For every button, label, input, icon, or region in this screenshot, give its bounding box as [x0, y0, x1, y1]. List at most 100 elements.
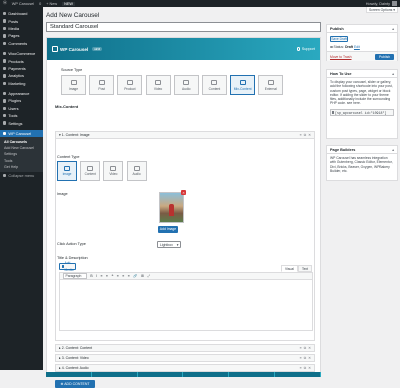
- sidebar-item-tools[interactable]: Tools: [0, 112, 43, 119]
- add-content-button[interactable]: ⊕ ADD CONTENT: [55, 380, 95, 388]
- content-item-1-header[interactable]: ▾ 1. Content: Image ≡ ⧉ ✕: [55, 131, 315, 139]
- sort-icon[interactable]: ≡: [300, 346, 302, 350]
- duplicate-icon[interactable]: ⧉: [304, 133, 306, 137]
- sort-icon[interactable]: ≡: [300, 356, 302, 360]
- collapse-menu-button[interactable]: Collapse menu: [0, 172, 43, 179]
- content-type-content[interactable]: Content: [80, 161, 101, 181]
- comments-count[interactable]: 0: [39, 2, 41, 6]
- sidebar-item-plugins[interactable]: Plugins: [0, 97, 43, 104]
- duplicate-icon[interactable]: ⧉: [304, 346, 306, 350]
- audio-icon: [133, 165, 140, 171]
- source-type-content[interactable]: Content: [201, 75, 227, 95]
- chevron-up-icon[interactable]: ▴: [392, 25, 394, 32]
- sidebar-item-dashboard[interactable]: Dashboard: [0, 10, 43, 17]
- sort-icon[interactable]: ≡: [300, 366, 302, 370]
- source-type-post[interactable]: Post: [89, 75, 115, 95]
- move-to-trash-link[interactable]: Move to Trash: [330, 55, 351, 59]
- screen-options-button[interactable]: Screen Options ▾: [365, 7, 398, 13]
- duplicate-icon[interactable]: ⧉: [304, 366, 306, 370]
- add-media-button[interactable]: Add Media: [59, 261, 76, 272]
- content-type-selector: Image Content Video Audio: [57, 161, 147, 181]
- page-builders-header[interactable]: Page Builders ▴: [327, 146, 397, 154]
- publish-button[interactable]: Publish: [375, 53, 394, 61]
- publish-box-header[interactable]: Publish ▴: [327, 25, 397, 33]
- copy-icon[interactable]: [332, 111, 334, 114]
- delete-icon[interactable]: ✕: [308, 366, 311, 370]
- source-type-mix-content[interactable]: Mix-Content: [230, 75, 256, 95]
- toolbar-button[interactable]: ≡: [128, 274, 130, 278]
- toolbar-button[interactable]: 🔗: [133, 274, 137, 278]
- sidebar-item-settings[interactable]: Settings: [0, 119, 43, 126]
- toolbar-button[interactable]: ⤢: [147, 274, 150, 278]
- wordpress-logo-icon[interactable]: Ⓦ: [3, 1, 7, 6]
- source-type-product[interactable]: Product: [117, 75, 143, 95]
- tab-visual[interactable]: Visual: [281, 265, 298, 272]
- delete-icon[interactable]: ✕: [308, 356, 311, 360]
- toolbar-button[interactable]: ≡: [117, 274, 119, 278]
- page-builders-text: WP Carousel has seamless integration wit…: [330, 156, 393, 173]
- sidebar-item-appearance[interactable]: Appearance: [0, 90, 43, 97]
- sidebar-item-comments[interactable]: Comments: [0, 40, 43, 47]
- chevron-up-icon[interactable]: ▴: [392, 146, 394, 153]
- save-draft-button[interactable]: Save Draft: [330, 36, 348, 42]
- sort-icon[interactable]: ≡: [300, 133, 302, 137]
- content-item-3-header[interactable]: ▸ 3. Content: Video ≡ ⧉ ✕: [55, 354, 315, 362]
- toolbar-button[interactable]: ❝: [112, 274, 114, 278]
- site-name-link[interactable]: WP Carousel: [12, 2, 34, 6]
- remove-image-button[interactable]: ×: [181, 190, 186, 195]
- shortcode-field[interactable]: [sp_wpcarousel id="10918"]: [330, 108, 394, 116]
- comments-icon: [3, 41, 7, 45]
- sidebar-item-woocommerce[interactable]: WooCommerce: [0, 50, 43, 57]
- howdy-user[interactable]: Howdy, Dainty: [366, 2, 390, 6]
- how-to-use-header[interactable]: How To Use ▴: [327, 70, 397, 78]
- support-link[interactable]: Support: [296, 47, 315, 51]
- post-icon: [98, 79, 105, 85]
- sidebar-item-pages[interactable]: Pages: [0, 32, 43, 39]
- toolbar-button[interactable]: ≡: [101, 274, 103, 278]
- source-type-external[interactable]: External: [258, 75, 284, 95]
- carousel-title-input[interactable]: [46, 22, 321, 32]
- delete-icon[interactable]: ✕: [308, 346, 311, 350]
- settings-icon: [3, 121, 7, 125]
- submenu-get-help[interactable]: Get Help: [0, 164, 43, 170]
- sidebar-item-posts[interactable]: Posts: [0, 17, 43, 24]
- chevron-up-icon[interactable]: ▴: [392, 70, 394, 77]
- tab-text[interactable]: Text: [297, 265, 312, 272]
- toolbar-button[interactable]: I: [96, 274, 97, 278]
- avatar[interactable]: [392, 1, 397, 6]
- pin-icon: [330, 45, 333, 49]
- toolbar-button[interactable]: B: [90, 274, 92, 278]
- sidebar-item-media[interactable]: Media: [0, 25, 43, 32]
- format-select[interactable]: Paragraph: [63, 273, 88, 279]
- page-title: Add New Carousel: [46, 12, 100, 19]
- sidebar-item-wp-carousel[interactable]: WP Carousel: [0, 129, 43, 138]
- delete-icon[interactable]: ✕: [308, 133, 311, 137]
- sidebar-item-products[interactable]: Products: [0, 57, 43, 64]
- edit-status-link[interactable]: Edit: [354, 45, 360, 49]
- content-type-image[interactable]: Image: [57, 161, 77, 181]
- source-type-image[interactable]: Image: [61, 75, 86, 95]
- source-type-audio[interactable]: Audio: [173, 75, 199, 95]
- sidebar-item-users[interactable]: Users: [0, 105, 43, 112]
- click-action-select[interactable]: Lightbox ▾: [157, 241, 181, 248]
- content-type-video[interactable]: Video: [103, 161, 124, 181]
- toolbar-button[interactable]: ≡: [106, 274, 108, 278]
- source-type-video[interactable]: Video: [145, 75, 171, 95]
- sidebar-item-payments[interactable]: Payments: [0, 65, 43, 72]
- content-item-2-header[interactable]: ▸ 2. Content: Content ≡ ⧉ ✕: [55, 344, 315, 352]
- sidebar-item-marketing[interactable]: Marketing: [0, 80, 43, 87]
- content-type-audio[interactable]: Audio: [126, 161, 147, 181]
- content-item-4-header[interactable]: ▸ 4. Content: Audio ≡ ⧉ ✕: [55, 364, 315, 372]
- video-icon: [155, 79, 162, 85]
- description-editor[interactable]: [59, 280, 313, 331]
- plugins-icon: [3, 99, 7, 103]
- sidebar-submenu: All Carousels Add New Carousel Settings …: [0, 137, 43, 172]
- toolbar-button[interactable]: ≡: [122, 274, 124, 278]
- sidebar-item-analytics[interactable]: Analytics: [0, 72, 43, 79]
- pin-icon: [3, 19, 7, 23]
- toolbar-button[interactable]: ⊞: [141, 274, 144, 278]
- new-content-link[interactable]: + New: [46, 2, 57, 6]
- duplicate-icon[interactable]: ⧉: [304, 356, 306, 360]
- click-action-label: Click Action Type: [57, 242, 86, 246]
- add-image-button[interactable]: Add Image: [158, 226, 178, 233]
